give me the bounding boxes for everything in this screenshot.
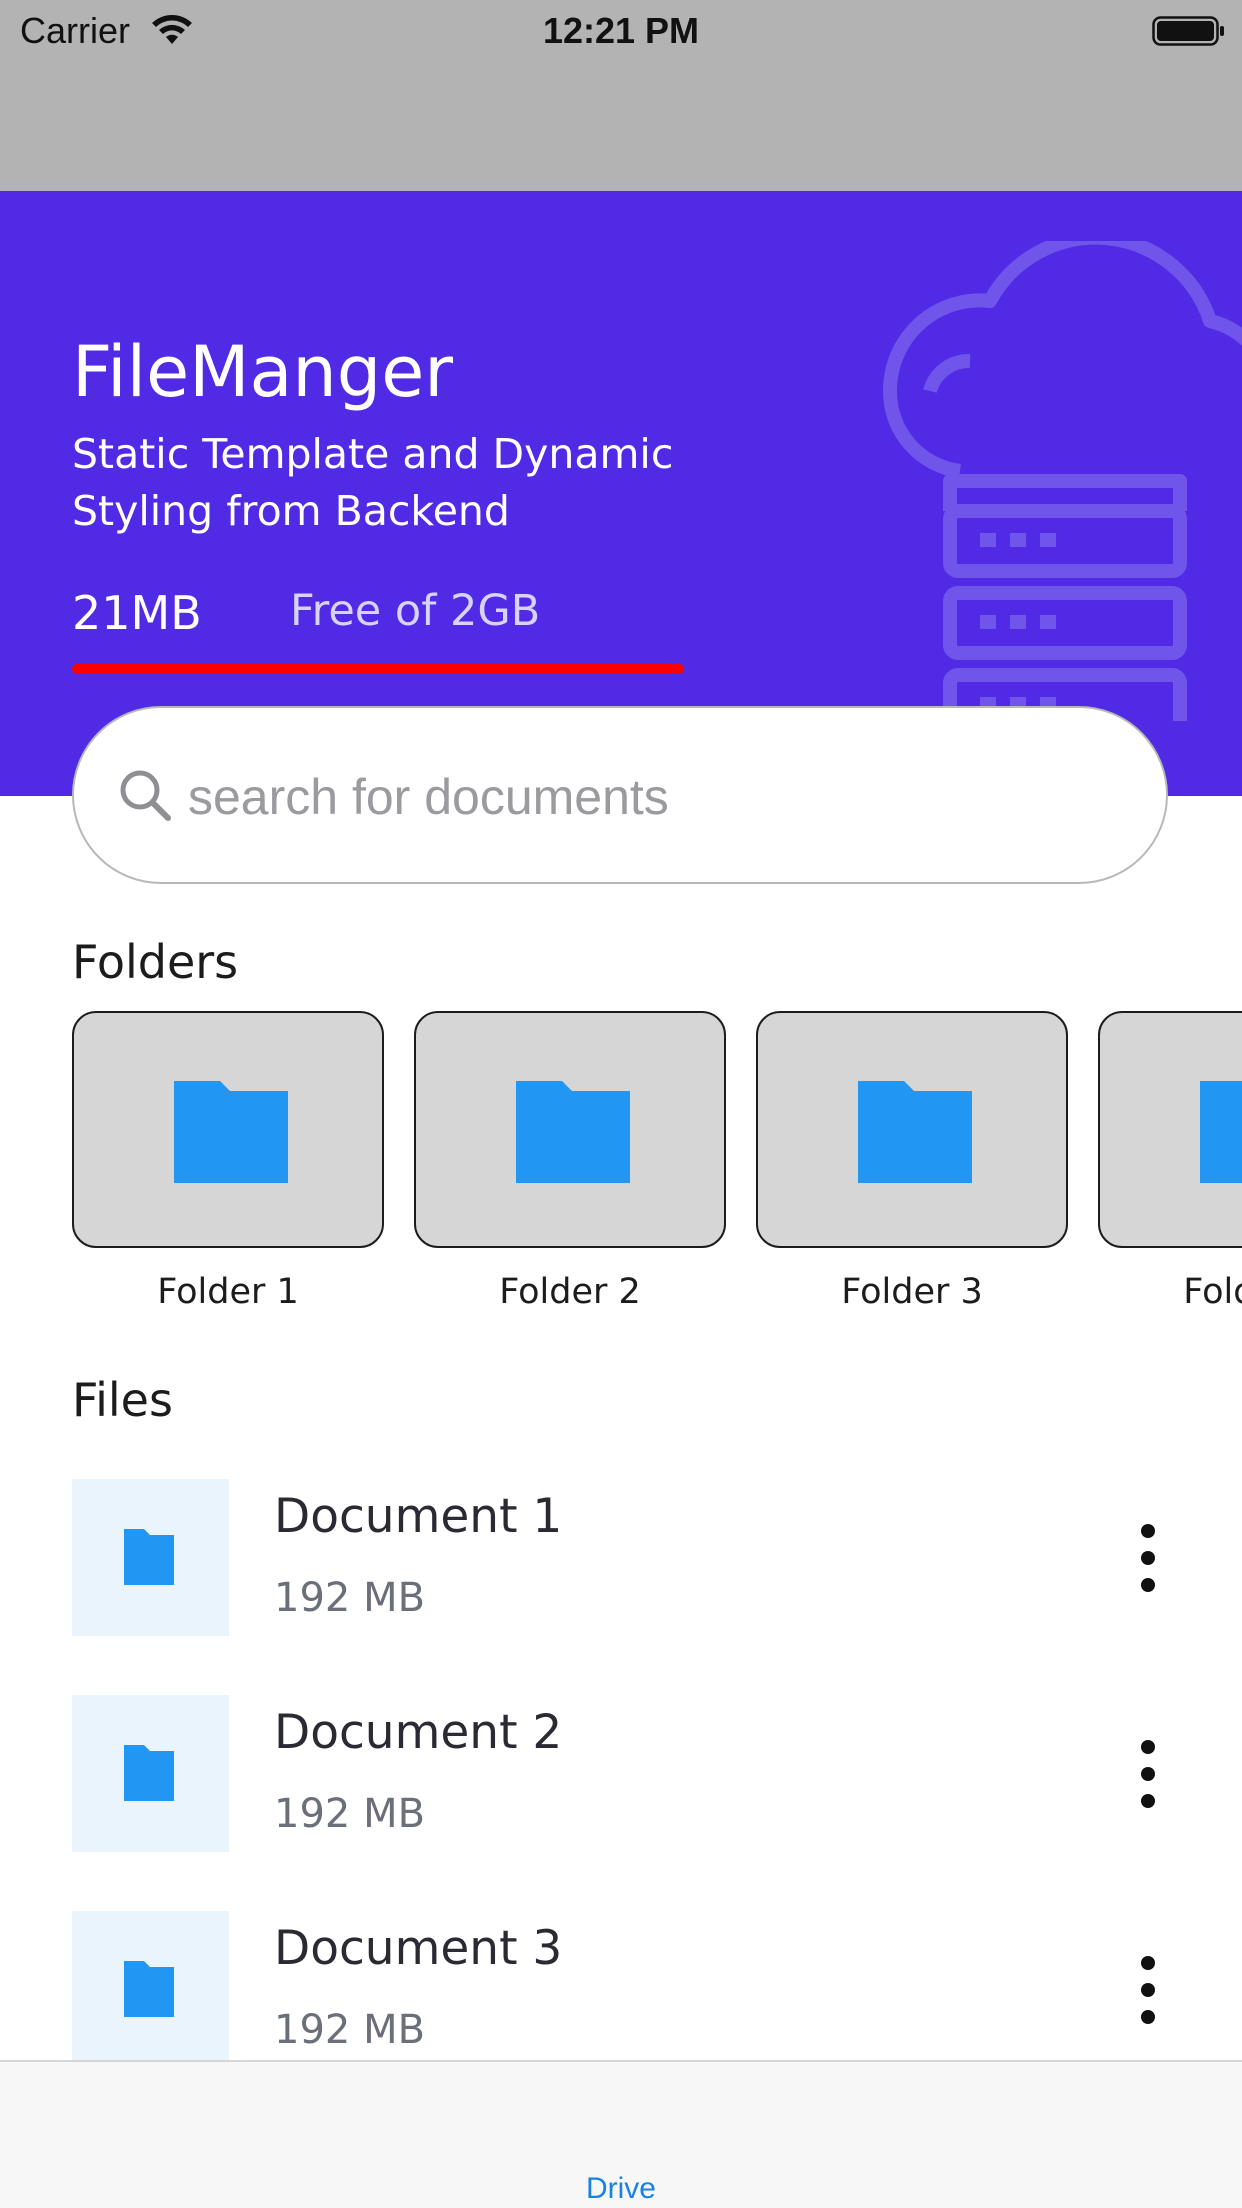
more-options-icon[interactable] <box>1134 1955 1162 2025</box>
files-heading: Files <box>72 1373 173 1427</box>
folder-icon <box>1200 1081 1242 1183</box>
file-thumbnail <box>72 1911 229 2068</box>
clock-time: 12:21 PM <box>542 10 700 51</box>
storage-used: 21MB <box>72 586 202 640</box>
folder-icon <box>516 1081 630 1183</box>
tab-drive[interactable]: Drive <box>0 2172 1242 2206</box>
folder-card[interactable]: Folder 4 <box>1098 1011 1242 1312</box>
file-name: Document 1 <box>274 1489 563 1544</box>
folder-icon <box>124 1529 174 1585</box>
storage-free: Free of 2GB <box>290 586 541 636</box>
folder-tile[interactable] <box>756 1011 1068 1248</box>
file-size: 192 MB <box>274 1791 426 1837</box>
folder-tile[interactable] <box>1098 1011 1242 1248</box>
file-name: Document 2 <box>274 1705 563 1760</box>
storage-progress-bar <box>72 664 684 674</box>
folder-icon <box>858 1081 972 1183</box>
folder-label: Folder 3 <box>841 1272 983 1312</box>
app-title: FileManger <box>72 331 454 413</box>
tab-bar: Drive <box>0 2060 1242 2208</box>
cloud-server-icon <box>882 241 1242 721</box>
folder-tile[interactable] <box>414 1011 726 1248</box>
file-thumbnail <box>72 1479 229 1636</box>
file-size: 192 MB <box>274 2007 426 2053</box>
folder-card[interactable]: Folder 1 <box>72 1011 384 1312</box>
file-size: 192 MB <box>274 1575 426 1621</box>
file-thumbnail <box>72 1695 229 1852</box>
file-row[interactable]: Document 3 192 MB <box>72 1911 1172 2068</box>
folder-label: Folder 4 <box>1183 1272 1242 1312</box>
folder-label: Folder 1 <box>157 1272 299 1312</box>
file-name: Document 3 <box>274 1921 563 1976</box>
folders-heading: Folders <box>72 935 239 989</box>
storage-progress-fill <box>72 664 684 674</box>
more-options-icon[interactable] <box>1134 1523 1162 1593</box>
folders-carousel[interactable]: Folder 1 Folder 2 Folder 3 Folder 4 <box>72 1011 1242 1341</box>
search-icon <box>120 770 171 821</box>
folder-label: Folder 2 <box>499 1272 641 1312</box>
folder-card[interactable]: Folder 2 <box>414 1011 726 1312</box>
folder-tile[interactable] <box>72 1011 384 1248</box>
file-row[interactable]: Document 1 192 MB <box>72 1479 1172 1636</box>
more-options-icon[interactable] <box>1134 1739 1162 1809</box>
search-input[interactable] <box>186 748 1090 846</box>
folder-icon <box>174 1081 288 1183</box>
folder-card[interactable]: Folder 3 <box>756 1011 1068 1312</box>
file-row[interactable]: Document 2 192 MB <box>72 1695 1172 1852</box>
search-bar[interactable] <box>72 706 1168 884</box>
folder-icon <box>124 1745 174 1801</box>
status-bar: Carrier 12:21 PM <box>0 0 1242 191</box>
battery-icon <box>1152 14 1226 52</box>
app-subtitle: Static Template and Dynamic Styling from… <box>72 430 674 535</box>
folder-icon <box>124 1961 174 2017</box>
